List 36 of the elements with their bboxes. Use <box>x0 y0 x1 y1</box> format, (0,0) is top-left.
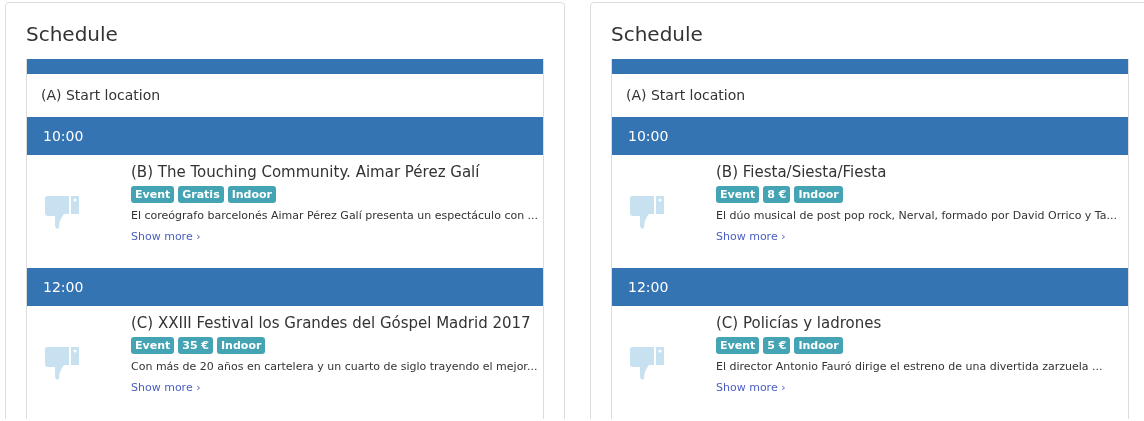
tag-badge: Event <box>131 337 175 354</box>
tag-badge: Indoor <box>794 186 843 203</box>
thumbs-down-icon <box>628 193 664 230</box>
thumbs-down-icon <box>628 344 664 381</box>
tag-badge: Event <box>716 337 760 354</box>
tag-badge: 8 € <box>763 186 791 203</box>
show-more-link[interactable]: Show more › <box>716 381 786 394</box>
event-description: El director Antonio Fauró dirige el estreno de una divertida zarzuela ... <box>716 359 1103 375</box>
event-title: (C) Policías y ladrones <box>716 313 883 334</box>
show-more-link[interactable]: Show more › <box>716 230 786 243</box>
tag-badge: Indoor <box>227 186 277 203</box>
tag-badge: Gratis <box>178 186 224 203</box>
tag-badge: Indoor <box>794 337 843 354</box>
time-header: 10:00 <box>27 117 543 155</box>
tag-badge: Indoor <box>217 337 266 354</box>
event-title: (C) XXIII Festival los Grandes del Góspel Madrid 2017 <box>131 313 532 334</box>
event-description: El dúo musical de post pop rock, Nerval, formado por David Orrico y Ta... <box>716 208 1117 224</box>
time-header: 10:00 <box>612 117 1128 155</box>
tag-badge: Event <box>131 186 175 203</box>
panel-title: Schedule <box>611 21 704 47</box>
show-more-link[interactable]: Show more › <box>131 381 201 394</box>
event-title: (B) The Touching Community. Aimar Pérez Galí <box>131 162 481 183</box>
start-location: (A) Start location <box>625 86 747 105</box>
event-description: Con más de 20 años en cartelera y un cuarto de siglo trayendo el mejor... <box>131 359 538 375</box>
start-location: (A) Start location <box>40 86 162 105</box>
thumbs-down-icon <box>43 344 79 381</box>
event-description: El coreógrafo barcelonés Aimar Pérez Galí presenta un espectáculo con ... <box>131 208 539 224</box>
time-header: 12:00 <box>612 268 1128 306</box>
tag-badge: 35 € <box>178 337 214 354</box>
event-title: (B) Fiesta/Siesta/Fiesta <box>716 162 888 183</box>
thumbs-down-icon <box>43 193 79 230</box>
tag-badge: Event <box>716 186 760 203</box>
tag-badge: 5 € <box>763 337 791 354</box>
panel-title: Schedule <box>26 21 119 47</box>
show-more-link[interactable]: Show more › <box>131 230 201 243</box>
time-header: 12:00 <box>27 268 543 306</box>
